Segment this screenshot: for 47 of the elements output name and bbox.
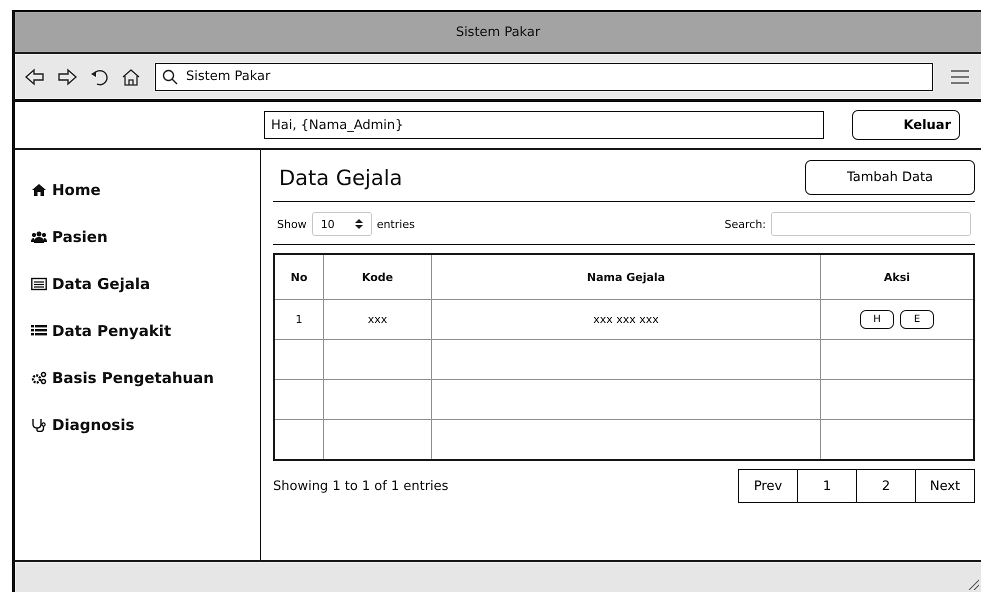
reload-icon[interactable] — [89, 68, 109, 86]
back-icon[interactable] — [25, 68, 45, 86]
window-title: Sistem Pakar — [456, 24, 540, 40]
sidebar-item[interactable]: Data Penyakit — [15, 307, 260, 354]
action-button[interactable]: H — [860, 310, 894, 329]
pagination-button[interactable]: Next — [915, 469, 975, 503]
entries-label: entries — [376, 218, 415, 230]
logout-button[interactable]: Keluar — [852, 110, 960, 140]
card-icon — [31, 276, 47, 290]
column-header: Nama Gejala — [432, 254, 820, 300]
entries-info: Showing 1 to 1 of 1 entries — [273, 478, 448, 494]
gears-icon — [31, 370, 47, 384]
add-data-button[interactable]: Tambah Data — [805, 160, 975, 195]
table-cell: xxx xxx xxx — [432, 300, 820, 340]
table-cell: 1 — [274, 300, 324, 340]
search-field[interactable] — [771, 212, 971, 236]
column-header: No — [274, 254, 324, 300]
forward-icon[interactable] — [57, 68, 77, 86]
address-bar[interactable]: Sistem Pakar — [155, 62, 933, 90]
search-label: Search: — [724, 218, 766, 230]
sidebar-item[interactable]: Basis Pengetahuan — [15, 354, 260, 401]
list-icon — [31, 324, 47, 338]
pagination-button[interactable]: 2 — [856, 469, 916, 503]
home-icon[interactable] — [121, 68, 141, 86]
table-cell — [274, 380, 324, 420]
table-cell: xxx — [324, 300, 432, 340]
stethoscope-icon — [31, 418, 47, 432]
menu-icon[interactable] — [951, 70, 969, 84]
greeting-bar: Hai, {Nama_Admin} — [264, 111, 824, 139]
page-title: Data Gejala — [279, 166, 402, 190]
users-icon — [31, 230, 47, 244]
sort-icon — [354, 219, 363, 229]
column-header: Kode — [324, 254, 432, 300]
resize-grip-icon — [967, 578, 979, 590]
address-text: Sistem Pakar — [186, 69, 270, 84]
entries-select[interactable]: 10 — [312, 212, 372, 236]
table-cell — [274, 340, 324, 380]
show-label: Show — [277, 218, 307, 230]
pagination-button[interactable]: 1 — [797, 469, 857, 503]
sidebar-item[interactable]: Home — [15, 166, 260, 213]
search-icon — [162, 68, 178, 84]
sidebar-item[interactable]: Pasien — [15, 213, 260, 260]
home-icon — [31, 182, 47, 196]
action-button[interactable]: E — [900, 310, 934, 329]
sidebar-item[interactable]: Diagnosis — [15, 401, 260, 448]
sidebar-item[interactable]: Data Gejala — [15, 260, 260, 307]
pagination-button[interactable]: Prev — [738, 469, 798, 503]
